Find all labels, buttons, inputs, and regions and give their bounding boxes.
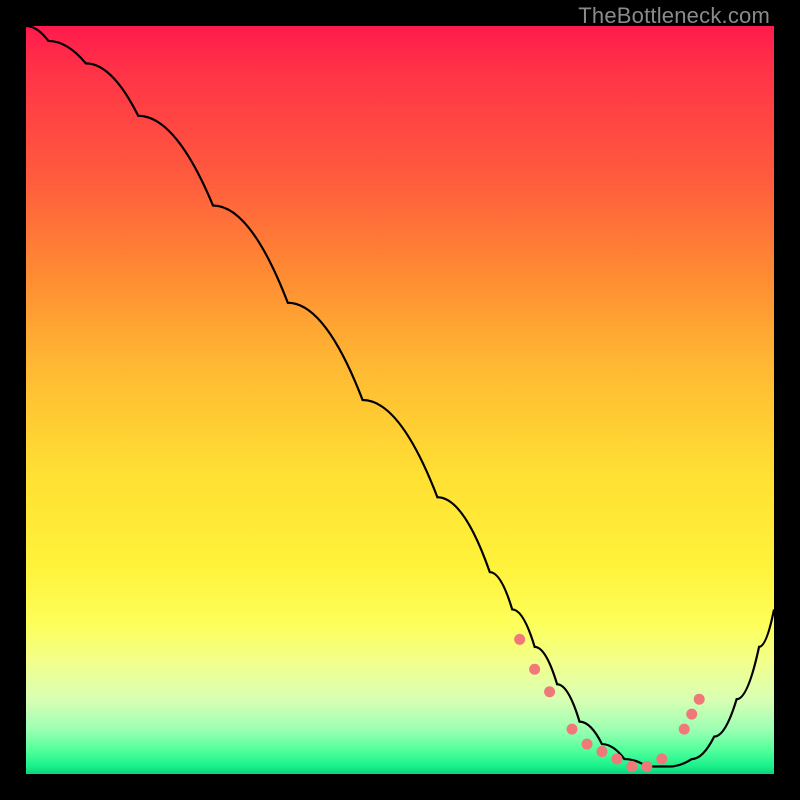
marker-dot xyxy=(596,746,607,757)
marker-dot xyxy=(626,761,637,772)
marker-dot xyxy=(582,739,593,750)
marker-dot xyxy=(679,724,690,735)
marker-dot xyxy=(641,761,652,772)
marker-dot xyxy=(611,754,622,765)
optimal-markers xyxy=(514,634,705,772)
marker-dot xyxy=(529,664,540,675)
curve-path-group xyxy=(26,26,774,767)
marker-dot xyxy=(694,694,705,705)
bottleneck-curve xyxy=(26,26,774,767)
plot-area xyxy=(26,26,774,774)
marker-dot xyxy=(567,724,578,735)
marker-dot xyxy=(514,634,525,645)
marker-dot xyxy=(544,686,555,697)
marker-dot xyxy=(656,754,667,765)
marker-dot xyxy=(686,709,697,720)
chart-frame: TheBottleneck.com xyxy=(0,0,800,800)
curve-svg xyxy=(26,26,774,774)
